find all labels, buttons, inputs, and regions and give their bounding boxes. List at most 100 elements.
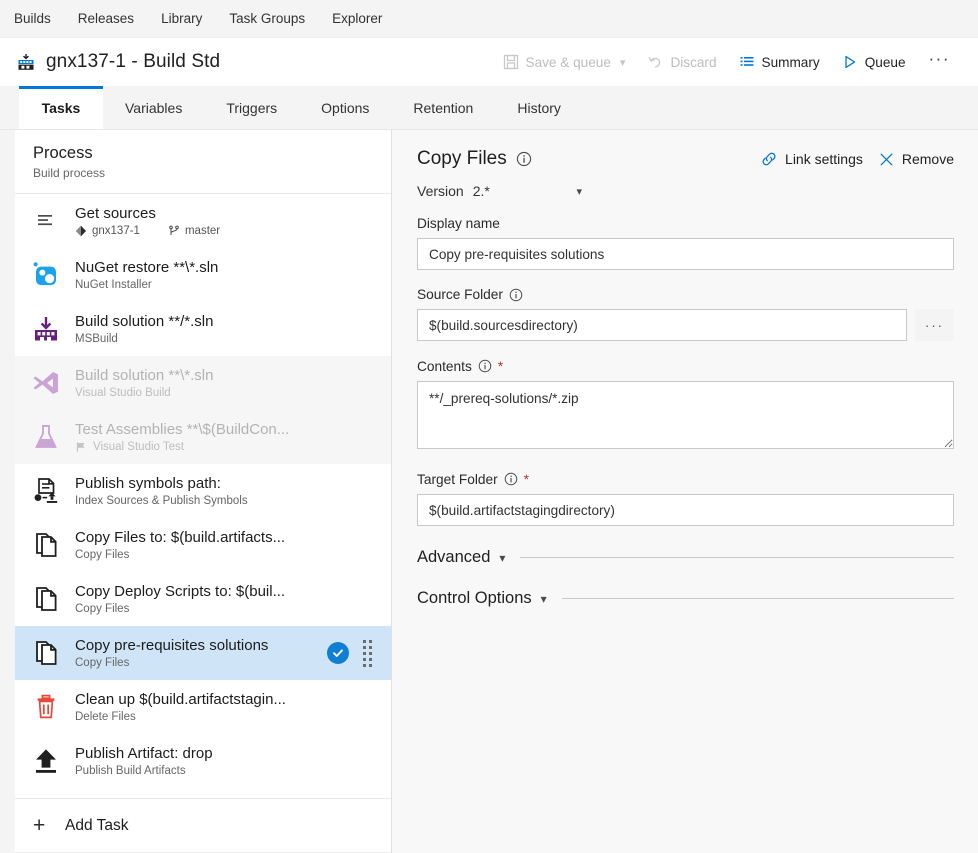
delete-files-icon	[29, 692, 63, 722]
summary-label: Summary	[761, 54, 820, 70]
task-text: Build solution **\*.sln Visual Studio Bu…	[75, 367, 379, 400]
tab-history[interactable]: History	[495, 86, 583, 129]
section-control-options-label: Control Options	[417, 589, 532, 607]
task-enabled-check-icon[interactable]	[327, 642, 349, 664]
test-flask-icon	[29, 422, 63, 452]
link-settings-button[interactable]: Link settings	[761, 151, 863, 167]
nav-item-builds[interactable]: Builds	[14, 11, 67, 26]
copy-files-icon	[29, 638, 63, 668]
left-rail	[0, 130, 15, 853]
field-label-text: Target Folder	[417, 471, 498, 487]
info-icon[interactable]	[509, 288, 523, 302]
task-name: Build solution **\*.sln	[75, 366, 214, 384]
process-title: Process	[33, 144, 93, 162]
task-item-publish-artifact-drop[interactable]: Publish Artifact: drop Publish Build Art…	[15, 734, 391, 788]
header-toolbar: Save & queue ▾ Discard Summary Queue ···	[492, 48, 963, 76]
task-version-selector[interactable]: Version 2.* ▾	[417, 183, 582, 199]
task-item-nuget-restore[interactable]: NuGet restore **\*.sln NuGet Installer	[15, 248, 391, 302]
summary-button[interactable]: Summary	[728, 48, 831, 76]
task-text: Publish Artifact: drop Publish Build Art…	[75, 745, 379, 778]
task-item-publish-symbols[interactable]: Publish symbols path: Index Sources & Pu…	[15, 464, 391, 518]
chevron-down-icon: ▾	[576, 185, 582, 198]
field-label-text: Contents	[417, 358, 472, 374]
global-navigation-bar: Builds Releases Library Task Groups Expl…	[0, 0, 978, 38]
more-actions-button[interactable]: ···	[917, 50, 962, 74]
task-subtitle: Publish Build Artifacts	[75, 765, 186, 778]
target-folder-input[interactable]	[417, 494, 954, 526]
branch-name: master	[184, 225, 221, 238]
remove-task-button[interactable]: Remove	[879, 151, 954, 167]
visual-studio-icon	[29, 368, 63, 398]
task-subtitle-label: Visual Studio Test	[93, 441, 184, 454]
process-header[interactable]: Process Build process	[15, 130, 391, 194]
nav-item-library[interactable]: Library	[161, 11, 218, 26]
play-icon	[845, 55, 855, 69]
tab-options[interactable]: Options	[299, 86, 391, 129]
discard-button[interactable]: Discard	[636, 48, 727, 76]
task-subtitle: Visual Studio Build	[75, 387, 171, 400]
save-icon	[503, 54, 518, 70]
task-item-copy-prerequisites-solutions[interactable]: Copy pre-requisites solutions Copy Files	[15, 626, 391, 680]
field-contents: Contents *	[417, 358, 954, 454]
tab-variables[interactable]: Variables	[103, 86, 204, 129]
chevron-down-icon: ▾	[619, 56, 626, 69]
msbuild-icon	[29, 314, 63, 344]
task-subtitle: Delete Files	[75, 711, 136, 724]
nav-item-explorer[interactable]: Explorer	[332, 11, 398, 26]
task-item-copy-files-artifacts[interactable]: Copy Files to: $(build.artifacts... Copy…	[15, 518, 391, 572]
add-task-button[interactable]: + Add Task	[15, 798, 391, 853]
source-folder-input[interactable]	[417, 309, 907, 341]
copy-files-icon	[29, 530, 63, 560]
info-icon[interactable]	[504, 472, 518, 486]
queue-button[interactable]: Queue	[831, 48, 917, 76]
task-item-get-sources[interactable]: Get sources gnx137-1 master	[15, 194, 391, 248]
task-item-test-assemblies[interactable]: Test Assemblies **\$(BuildCon... Visual …	[15, 410, 391, 464]
nav-item-task-groups[interactable]: Task Groups	[229, 11, 321, 26]
process-subtitle: Build process	[33, 166, 106, 180]
link-settings-label: Link settings	[785, 151, 863, 167]
field-label: Target Folder *	[417, 471, 954, 487]
task-text: Copy Deploy Scripts to: $(buil... Copy F…	[75, 583, 379, 616]
task-text: Copy Files to: $(build.artifacts... Copy…	[75, 529, 379, 562]
info-icon[interactable]	[478, 359, 492, 373]
task-item-copy-deploy-scripts[interactable]: Copy Deploy Scripts to: $(buil... Copy F…	[15, 572, 391, 626]
field-target-folder: Target Folder *	[417, 471, 954, 526]
task-version-value: 2.*	[472, 183, 490, 199]
field-label: Source Folder	[417, 287, 954, 302]
task-version-label: Version	[417, 183, 464, 199]
content-area: Process Build process Get sources gnx137…	[0, 130, 978, 853]
task-item-build-solution-vs[interactable]: Build solution **\*.sln Visual Studio Bu…	[15, 356, 391, 410]
source-folder-browse-button[interactable]: ···	[915, 309, 954, 341]
drag-handle-icon[interactable]	[361, 639, 373, 667]
save-and-queue-button[interactable]: Save & queue ▾	[492, 48, 637, 76]
tab-triggers[interactable]: Triggers	[204, 86, 299, 129]
tab-tasks[interactable]: Tasks	[19, 86, 103, 129]
contents-textarea[interactable]	[417, 381, 954, 449]
nuget-icon	[29, 260, 63, 290]
task-text: Clean up $(build.artifactstagin... Delet…	[75, 691, 379, 724]
section-advanced[interactable]: Advanced ▾	[417, 548, 954, 567]
branch-meta: master	[168, 225, 220, 237]
publish-symbols-icon	[29, 476, 63, 506]
tab-retention[interactable]: Retention	[391, 86, 495, 129]
task-name: Build solution **/*.sln	[75, 312, 214, 330]
field-source-folder: Source Folder ···	[417, 287, 954, 341]
info-icon[interactable]	[516, 151, 532, 167]
input-wrapper	[417, 238, 954, 270]
display-name-input[interactable]	[417, 238, 954, 270]
repository-name: gnx137-1	[92, 225, 140, 238]
section-control-options[interactable]: Control Options ▾	[417, 589, 954, 608]
add-task-label: Add Task	[65, 816, 129, 834]
task-subtitle: Copy Files	[75, 603, 130, 616]
required-indicator: *	[523, 471, 530, 487]
task-details-header: Copy Files Link settings Remove	[417, 148, 954, 170]
task-name: Get sources	[75, 204, 156, 222]
nav-item-releases[interactable]: Releases	[78, 11, 150, 26]
build-definition-icon	[15, 51, 37, 73]
publish-artifact-icon	[29, 746, 63, 776]
input-wrapper: ···	[417, 309, 954, 341]
task-name: Copy pre-requisites solutions	[75, 636, 269, 654]
task-item-build-solution-msbuild[interactable]: Build solution **/*.sln MSBuild	[15, 302, 391, 356]
task-item-clean-up-delete-files[interactable]: Clean up $(build.artifactstagin... Delet…	[15, 680, 391, 734]
task-details-actions: Link settings Remove	[761, 151, 954, 167]
